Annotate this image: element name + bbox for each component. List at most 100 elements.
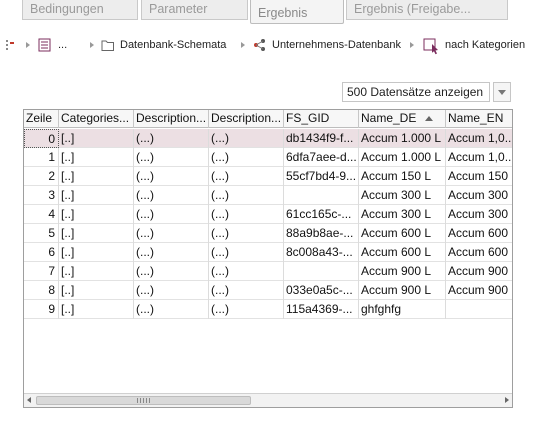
cell-description-1[interactable]: (...)	[134, 205, 209, 224]
cell-description-2[interactable]: (...)	[209, 262, 284, 281]
cell-description-1[interactable]: (...)	[134, 300, 209, 319]
cell-description-2[interactable]: (...)	[209, 186, 284, 205]
cell-categories[interactable]: [..]	[59, 129, 134, 148]
cell-description-1[interactable]: (...)	[134, 186, 209, 205]
tab-bedingungen[interactable]: Bedingungen	[22, 0, 138, 20]
cell-categories[interactable]: [..]	[59, 167, 134, 186]
breadcrumb-item-nach-kategorien[interactable]: nach Kategorien	[445, 34, 525, 56]
cell-description-2[interactable]: (...)	[209, 243, 284, 262]
scroll-left-icon[interactable]	[27, 397, 31, 403]
cell-fs-gid[interactable]: 8c008a43-...	[284, 243, 359, 262]
cell-description-1[interactable]: (...)	[134, 224, 209, 243]
cell-zeile[interactable]: 3	[24, 186, 59, 205]
cell-name-en[interactable]: Accum 900	[446, 281, 512, 300]
cell-name-en[interactable]: Accum 600	[446, 243, 512, 262]
cell-name-en[interactable]: Accum 300	[446, 186, 512, 205]
tab-ergebnis[interactable]: Ergebnis	[250, 0, 344, 24]
cell-description-2[interactable]: (...)	[209, 205, 284, 224]
cell-fs-gid[interactable]: 6dfa7aee-d...	[284, 148, 359, 167]
cell-name-en[interactable]: Accum 900	[446, 262, 512, 281]
cell-name-de[interactable]: ghfghfg	[359, 300, 446, 319]
cell-description-2[interactable]: (...)	[209, 148, 284, 167]
drag-handle-icon[interactable]	[4, 34, 16, 56]
cell-categories[interactable]: [..]	[59, 224, 134, 243]
column-header-name-en[interactable]: Name_EN	[446, 110, 512, 128]
table-row[interactable]: 8 [..] (...) (...) 033e0a5c-... Accum 900 L Ac…	[24, 281, 512, 300]
cell-name-de[interactable]: Accum 1.000 L	[359, 129, 446, 148]
column-header-description-2[interactable]: Description...	[209, 110, 284, 128]
cell-description-1[interactable]: (...)	[134, 167, 209, 186]
table-row[interactable]: 0 [..] (...) (...) db1434f9-f... Accum 1.000 …	[24, 129, 512, 148]
cell-description-2[interactable]: (...)	[209, 300, 284, 319]
cell-name-de[interactable]: Accum 900 L	[359, 262, 446, 281]
cell-categories[interactable]: [..]	[59, 300, 134, 319]
cell-name-en[interactable]: Accum 600	[446, 224, 512, 243]
cell-fs-gid[interactable]	[284, 186, 359, 205]
cell-name-en[interactable]	[446, 300, 512, 319]
cell-zeile[interactable]: 0	[24, 129, 59, 148]
cell-categories[interactable]: [..]	[59, 281, 134, 300]
table-row[interactable]: 7 [..] (...) (...) Accum 900 L Accum 900	[24, 262, 512, 281]
scroll-right-icon[interactable]	[505, 397, 509, 403]
column-header-categories[interactable]: Categories...	[59, 110, 134, 128]
cell-description-2[interactable]: (...)	[209, 129, 284, 148]
table-row[interactable]: 5 [..] (...) (...) 88a9b8ae-... Accum 600 L Ac…	[24, 224, 512, 243]
tab-parameter[interactable]: Parameter	[141, 0, 248, 20]
table-row[interactable]: 6 [..] (...) (...) 8c008a43-... Accum 600 L Ac…	[24, 243, 512, 262]
cell-fs-gid[interactable]: 88a9b8ae-...	[284, 224, 359, 243]
records-per-page-value[interactable]: 500 Datensätze anzeigen	[342, 82, 490, 102]
scrollbar-thumb[interactable]	[36, 396, 251, 405]
records-per-page-select[interactable]: 500 Datensätze anzeigen	[342, 82, 511, 102]
cell-fs-gid[interactable]: db1434f9-f...	[284, 129, 359, 148]
table-row[interactable]: 1 [..] (...) (...) 6dfa7aee-d... Accum 1.000 …	[24, 148, 512, 167]
cell-zeile[interactable]: 6	[24, 243, 59, 262]
cell-description-1[interactable]: (...)	[134, 148, 209, 167]
table-row[interactable]: 3 [..] (...) (...) Accum 300 L Accum 300	[24, 186, 512, 205]
tab-ergebnis-freigabe[interactable]: Ergebnis (Freigabe...	[346, 0, 508, 20]
cell-name-de[interactable]: Accum 600 L	[359, 243, 446, 262]
cell-zeile[interactable]: 9	[24, 300, 59, 319]
cell-description-2[interactable]: (...)	[209, 167, 284, 186]
dropdown-arrow-icon[interactable]	[493, 82, 511, 102]
cell-description-2[interactable]: (...)	[209, 224, 284, 243]
cell-name-de[interactable]: Accum 300 L	[359, 186, 446, 205]
table-row[interactable]: 9 [..] (...) (...) 115a4369-... ghfghfg	[24, 300, 512, 319]
cell-name-en[interactable]: Accum 150	[446, 167, 512, 186]
cell-categories[interactable]: [..]	[59, 148, 134, 167]
breadcrumb-ellipsis[interactable]: ...	[58, 34, 67, 56]
cell-fs-gid[interactable]: 033e0a5c-...	[284, 281, 359, 300]
cell-description-1[interactable]: (...)	[134, 243, 209, 262]
cell-description-2[interactable]: (...)	[209, 281, 284, 300]
cell-name-de[interactable]: Accum 1.000 L	[359, 148, 446, 167]
cell-name-en[interactable]: Accum 1,0...	[446, 129, 512, 148]
breadcrumb-item-datenbank-schemata[interactable]: Datenbank-Schemata	[120, 34, 226, 56]
column-header-name-de[interactable]: Name_DE	[359, 110, 446, 128]
cell-name-de[interactable]: Accum 150 L	[359, 167, 446, 186]
cell-name-de[interactable]: Accum 300 L	[359, 205, 446, 224]
column-header-description-1[interactable]: Description...	[134, 110, 209, 128]
cell-zeile[interactable]: 5	[24, 224, 59, 243]
cell-name-en[interactable]: Accum 300	[446, 205, 512, 224]
table-row[interactable]: 4 [..] (...) (...) 61cc165c-... Accum 300 L Ac…	[24, 205, 512, 224]
cell-zeile[interactable]: 4	[24, 205, 59, 224]
cell-zeile[interactable]: 8	[24, 281, 59, 300]
cell-categories[interactable]: [..]	[59, 243, 134, 262]
cell-name-de[interactable]: Accum 900 L	[359, 281, 446, 300]
cell-zeile[interactable]: 2	[24, 167, 59, 186]
cell-zeile[interactable]: 1	[24, 148, 59, 167]
cell-fs-gid[interactable]: 115a4369-...	[284, 300, 359, 319]
cell-categories[interactable]: [..]	[59, 205, 134, 224]
cell-fs-gid[interactable]: 55cf7bd4-9...	[284, 167, 359, 186]
cell-description-1[interactable]: (...)	[134, 281, 209, 300]
table-row[interactable]: 2 [..] (...) (...) 55cf7bd4-9... Accum 150 LA…	[24, 167, 512, 186]
horizontal-scrollbar[interactable]	[24, 393, 512, 407]
column-header-zeile[interactable]: Zeile	[24, 110, 59, 128]
cell-categories[interactable]: [..]	[59, 262, 134, 281]
cell-name-de[interactable]: Accum 600 L	[359, 224, 446, 243]
breadcrumb-item-unternehmens-datenbank[interactable]: Unternehmens-Datenbank	[272, 34, 401, 56]
cell-description-1[interactable]: (...)	[134, 129, 209, 148]
cell-zeile[interactable]: 7	[24, 262, 59, 281]
cell-description-1[interactable]: (...)	[134, 262, 209, 281]
cell-fs-gid[interactable]	[284, 262, 359, 281]
cell-categories[interactable]: [..]	[59, 186, 134, 205]
